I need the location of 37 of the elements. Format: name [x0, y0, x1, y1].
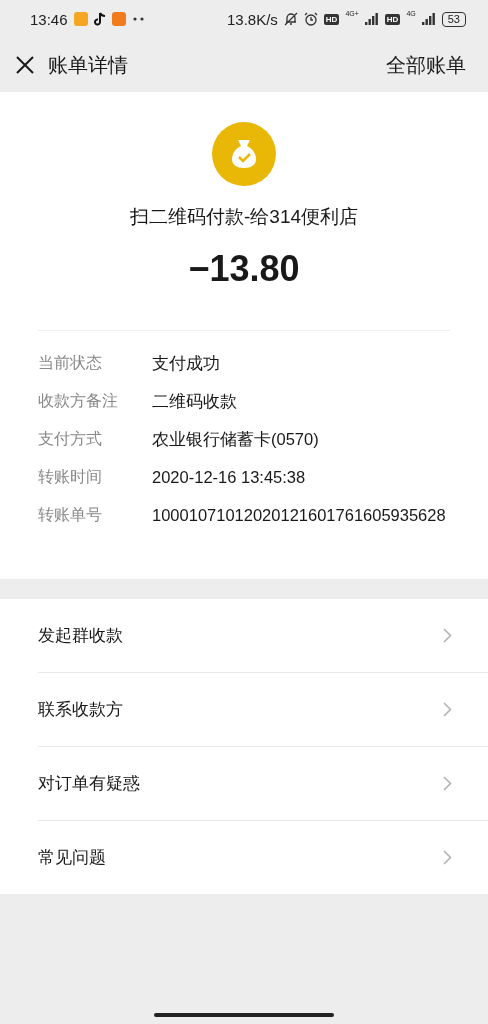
payment-title: 扫二维码付款-给314便利店 — [130, 205, 358, 229]
detail-value: 支付成功 — [152, 353, 221, 374]
chevron-right-icon — [443, 850, 452, 865]
detail-label: 当前状态 — [38, 353, 103, 373]
chevron-right-icon — [443, 628, 452, 643]
detail-label: 转账单号 — [38, 505, 103, 525]
status-time: 13:46 — [30, 10, 68, 28]
hd-badge: HD — [323, 13, 340, 25]
all-bills-link[interactable]: 全部账单 — [386, 51, 466, 79]
detail-value: 农业银行储蓄卡(0570) — [152, 429, 320, 450]
alarm-icon — [303, 12, 318, 26]
signal-icon — [364, 13, 379, 25]
menu-item[interactable]: 发起群收款 — [38, 599, 488, 673]
detail-label: 收款方备注 — [38, 391, 119, 411]
chevron-right-icon — [443, 776, 452, 791]
detail-label: 支付方式 — [38, 429, 103, 449]
menu-item[interactable]: 常见问题 — [38, 821, 488, 894]
detail-value: 10001071012020121601761605935628 — [152, 505, 447, 526]
app-icon — [111, 12, 126, 26]
money-bag-icon — [212, 122, 276, 186]
chevron-right-icon — [443, 702, 452, 717]
detail-label: 转账时间 — [38, 467, 103, 487]
payment-amount: −13.80 — [188, 248, 300, 290]
menu-item[interactable]: 联系收款方 — [38, 673, 488, 747]
more-icon — [131, 17, 146, 21]
close-icon[interactable] — [14, 54, 36, 76]
app-icon — [73, 12, 88, 26]
menu-item[interactable]: 对订单有疑惑 — [38, 747, 488, 821]
battery-level: 53 — [441, 11, 466, 27]
music-note-icon — [93, 12, 106, 26]
hd-badge: HD — [384, 13, 401, 25]
detail-value: 2020-12-16 13:45:38 — [152, 467, 307, 488]
bell-muted-icon — [283, 12, 298, 26]
signal-icon — [421, 13, 436, 25]
detail-value: 二维码收款 — [152, 391, 238, 412]
page-title: 账单详情 — [48, 52, 129, 78]
network-speed: 13.8K/s — [226, 10, 278, 28]
